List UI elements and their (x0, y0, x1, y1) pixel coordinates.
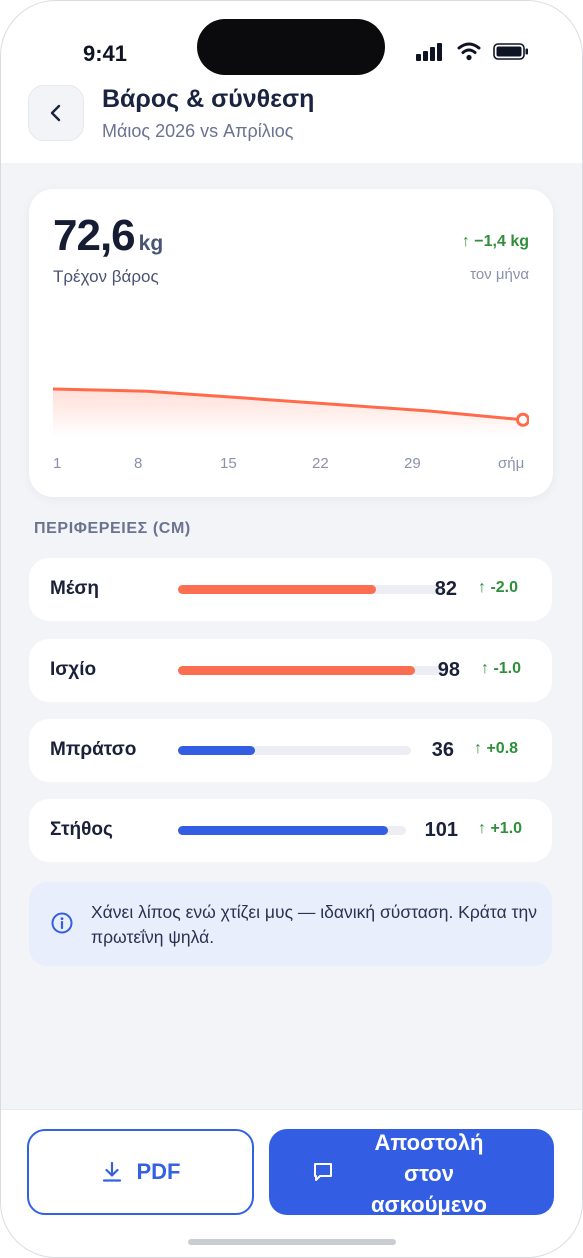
info-note: Χάνει λίπος ενώ χτίζει μυς — ιδανική σύσ… (29, 882, 552, 966)
x-tick-label: 22 (312, 455, 329, 472)
section-label-circumferences: ΠΕΡΙΦΕΡΕΙΕΣ (CM) (34, 520, 191, 537)
weight-delta: ↑ −1,4 kg (461, 233, 529, 250)
x-tick-label: 15 (220, 455, 237, 472)
phone-screen: 9:41 Βάρος & σύνθεση Μάιος 2026 vs Απρίλ… (0, 0, 583, 1258)
measurement-row-arm[interactable]: Μπράτσο 36 ↑ +0.8 (29, 719, 552, 782)
measurement-bar-fill (178, 826, 388, 835)
weight-value: 72,6 (53, 211, 136, 260)
measurement-delta: ↑ -2.0 (478, 579, 519, 596)
current-weight: 72,6 kg (53, 211, 163, 261)
dynamic-island (197, 19, 385, 75)
measurement-bar-fill (178, 746, 255, 755)
chevron-left-icon (50, 104, 61, 122)
send-to-trainee-button[interactable]: Αποστολή στον ασκούμενο (269, 1129, 554, 1215)
info-text: Χάνει λίπος ενώ χτίζει μυς — ιδανική σύσ… (91, 902, 537, 947)
x-tick-label: σήμ (498, 455, 525, 472)
home-indicator (188, 1239, 396, 1245)
measurement-bar (178, 826, 406, 835)
measurement-bar-fill (178, 585, 376, 594)
weight-label: Τρέχον βάρος (53, 267, 159, 286)
measurement-delta: ↑ +1.0 (478, 820, 523, 837)
battery-icon (493, 43, 528, 60)
weight-delta-period: τον μήνα (470, 266, 529, 283)
download-icon (102, 1161, 121, 1182)
measurement-bar-fill (178, 666, 415, 675)
measurement-delta: ↑ +0.8 (474, 740, 519, 757)
status-time: 9:41 (83, 41, 128, 66)
weight-unit: kg (138, 232, 164, 255)
x-tick-label: 29 (404, 455, 421, 472)
measurement-row-hip[interactable]: Ισχίο 98 ↑ -1.0 (29, 639, 552, 702)
chart-x-axis: 1 8 15 22 29 σήμ (53, 455, 529, 475)
message-icon (314, 1163, 332, 1181)
measurement-delta: ↑ -1.0 (481, 660, 522, 677)
page-title: Βάρος & σύνθεση (102, 85, 315, 113)
back-button[interactable] (28, 85, 84, 141)
measurement-bar (178, 746, 411, 755)
export-pdf-button[interactable]: PDF (27, 1129, 254, 1215)
measurement-name: Στήθος (50, 819, 113, 840)
x-tick-label: 8 (134, 455, 143, 472)
measurement-value: 98 (437, 659, 460, 681)
x-tick-label: 1 (53, 455, 62, 472)
measurement-value: 101 (424, 819, 458, 841)
measurement-name: Μέση (50, 578, 100, 599)
wifi-icon (457, 42, 481, 61)
measurement-row-chest[interactable]: Στήθος 101 ↑ +1.0 (29, 799, 552, 862)
measurement-value: 82 (434, 578, 457, 600)
page-header: Βάρος & σύνθεση Μάιος 2026 vs Απρίλιος (1, 81, 582, 163)
status-bar: 9:41 (1, 1, 582, 81)
info-icon (51, 912, 73, 934)
send-to-trainee-label: Αποστολή στον ασκούμενο (371, 1130, 487, 1215)
export-pdf-label: PDF (136, 1159, 181, 1184)
bottom-action-bar: PDF Αποστολή στον ασκούμενο (1, 1109, 582, 1257)
weight-trend-chart (53, 387, 529, 437)
measurement-name: Μπράτσο (50, 739, 137, 760)
measurement-row-waist[interactable]: Μέση 82 ↑ -2.0 (29, 558, 552, 621)
weight-card: 72,6 kg Τρέχον βάρος ↑ −1,4 kg τον μήνα 1… (29, 189, 553, 497)
measurement-name: Ισχίο (50, 659, 97, 680)
signal-icon (416, 43, 444, 61)
page-subtitle: Μάιος 2026 vs Απρίλιος (102, 121, 294, 141)
chart-current-point (516, 412, 529, 427)
measurement-value: 36 (431, 739, 454, 761)
